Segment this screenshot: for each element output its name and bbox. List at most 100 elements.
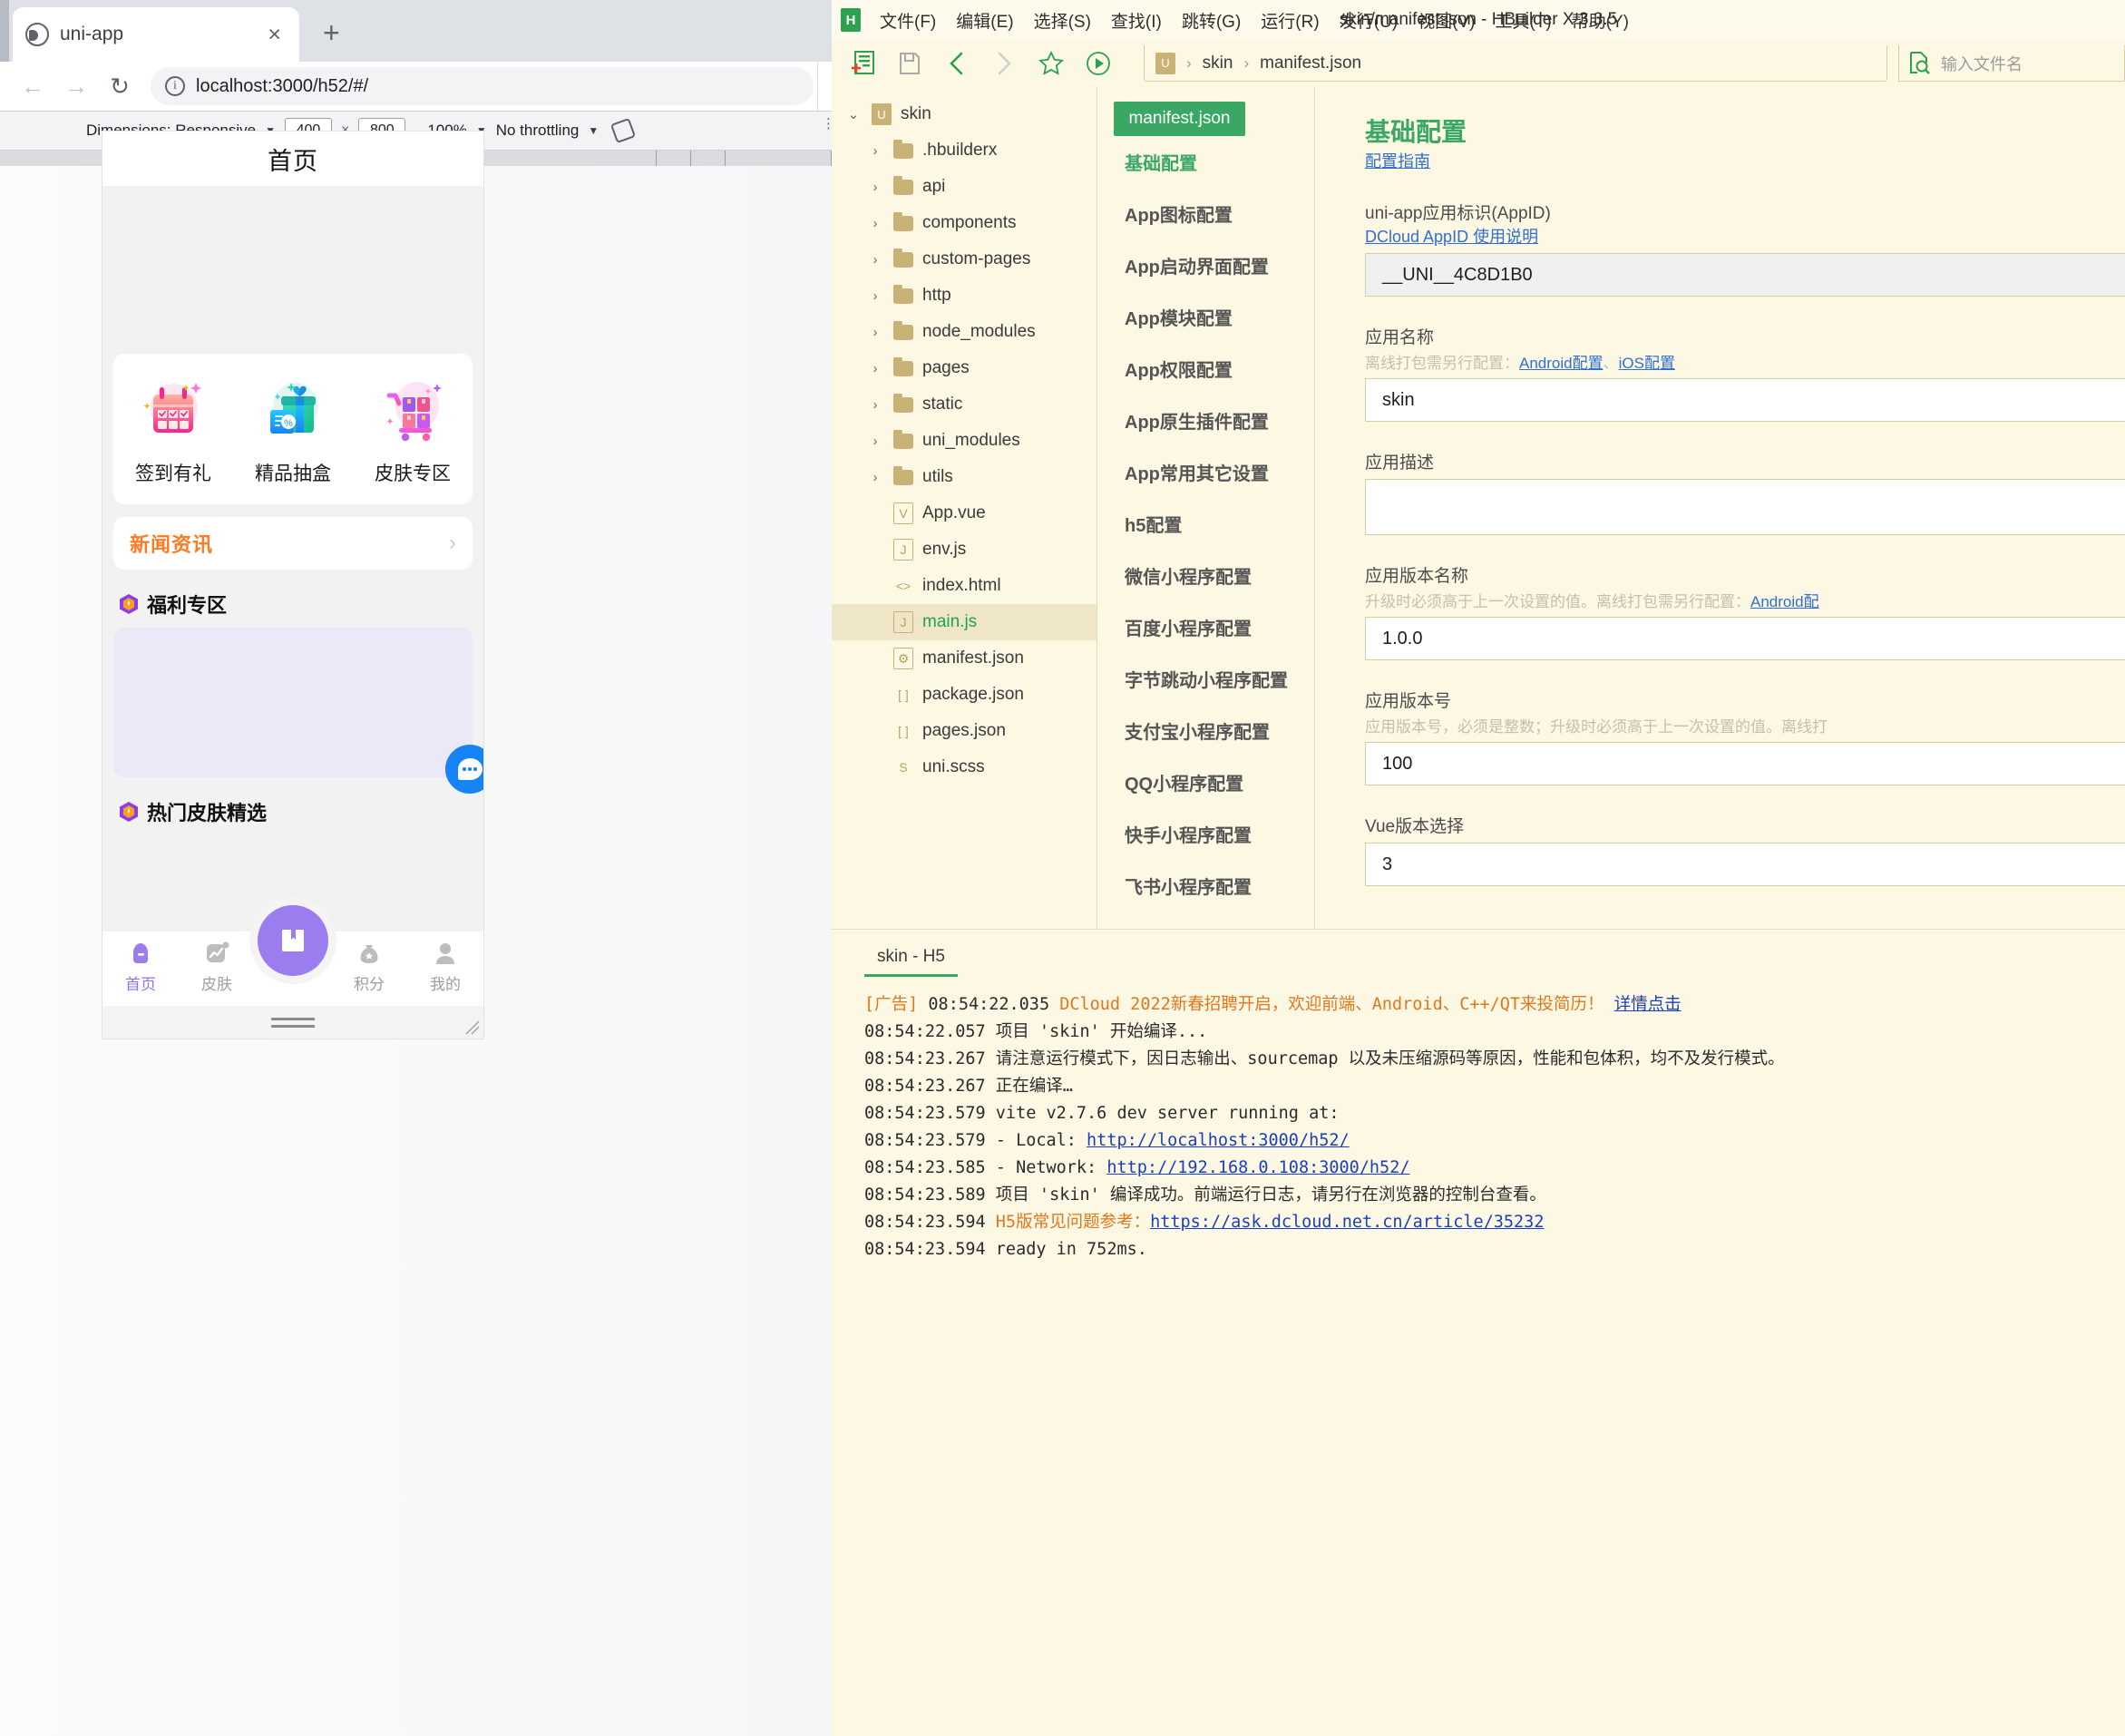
tree-folder-node-modules[interactable]: › node_modules [832,314,1097,350]
confnav-item-app-permission[interactable]: App权限配置 [1097,343,1314,395]
confnav-item-kuaishou-mp[interactable]: 快手小程序配置 [1097,808,1314,860]
chevron-right-icon[interactable]: › [866,325,884,340]
chevron-right-icon[interactable]: › [866,361,884,376]
confnav-item-quickapp[interactable]: 快应用配置 [1097,912,1314,929]
chevron-right-icon[interactable]: › [866,397,884,413]
grid-item-checkin[interactable]: 签到有礼 [113,375,233,486]
chevron-right-icon[interactable]: › [866,252,884,268]
tabbar-item-points[interactable]: 积分 [331,940,407,994]
menu-view[interactable]: 视图(V) [1408,5,1485,36]
versionname-input[interactable]: 1.0.0 [1365,617,2125,660]
confnav-item-app-modules[interactable]: App模块配置 [1097,291,1314,343]
tree-folder-hbuilderx[interactable]: › .hbuilderx [832,132,1097,169]
menu-select[interactable]: 选择(S) [1024,5,1101,36]
confnav-item-bytedance-mp[interactable]: 字节跳动小程序配置 [1097,653,1314,705]
tree-file-index-html[interactable]: <> index.html [832,568,1097,604]
tree-folder-utils[interactable]: › utils [832,459,1097,495]
log-link[interactable]: http://192.168.0.108:3000/h52/ [1106,1158,1409,1177]
grid-item-giftbox[interactable]: % 精品抽盒 [233,375,353,486]
confnav-item-app-other[interactable]: App常用其它设置 [1097,446,1314,498]
breadcrumb-item-file[interactable]: manifest.json [1260,54,1361,73]
tree-folder-static[interactable]: › static [832,386,1097,423]
menu-file[interactable]: 文件(F) [870,5,946,36]
tree-folder-custom-pages[interactable]: › custom-pages [832,241,1097,278]
tree-root-skin[interactable]: ⌄ U skin [832,96,1097,132]
dcloud-appid-help-link[interactable]: DCloud AppID 使用说明 [1365,228,1538,246]
chevron-right-icon[interactable]: › [866,180,884,195]
chevron-right-icon[interactable]: › [866,143,884,159]
android-config-link[interactable]: Android配置 [1519,355,1603,372]
run-icon[interactable] [1075,44,1122,83]
tree-file-pages-json[interactable]: [ ] pages.json [832,713,1097,749]
chevron-down-icon[interactable]: ⌄ [844,106,863,122]
new-file-icon[interactable] [839,44,886,83]
config-guide-link[interactable]: 配置指南 [1365,152,1430,171]
tabbar-item-mine[interactable]: 我的 [407,940,483,994]
confnav-item-basic[interactable]: 基础配置 [1097,136,1314,188]
save-icon[interactable] [886,44,933,83]
welfare-banner-placeholder[interactable] [113,628,483,794]
tree-file-manifest-json[interactable]: ⚙ manifest.json [832,640,1097,677]
chat-bubble-icon[interactable] [445,745,483,794]
log-link[interactable]: https://ask.dcloud.net.cn/article/35232 [1150,1213,1544,1232]
chevron-right-icon[interactable]: › [866,434,884,449]
confnav-item-h5[interactable]: h5配置 [1097,498,1314,550]
file-search[interactable]: 输入文件名 [1898,45,2125,82]
confnav-item-feishu-mp[interactable]: 飞书小程序配置 [1097,860,1314,912]
log-link[interactable]: http://localhost:3000/h52/ [1087,1131,1350,1150]
versioncode-input[interactable]: 100 [1365,742,2125,785]
news-entry-card[interactable]: 新闻资讯 › [113,517,473,570]
menu-run[interactable]: 运行(R) [1251,5,1329,36]
android-config-link[interactable]: Android配 [1750,593,1819,610]
tree-folder-components[interactable]: › components [832,205,1097,241]
reload-icon[interactable]: ↻ [100,66,140,106]
new-tab-button[interactable]: + [323,18,340,47]
browser-tab-uni-app[interactable]: uni-app × [13,7,299,62]
ios-config-link[interactable]: iOS配置 [1619,355,1675,372]
devtools-more-icon[interactable]: ⋮ [822,117,832,142]
menu-find[interactable]: 查找(I) [1101,5,1172,36]
tabbar-item-box[interactable] [258,905,328,976]
tabbar-item-home[interactable]: 首页 [102,940,179,994]
menu-publish[interactable]: 发行(U) [1330,5,1408,36]
log-link[interactable]: 详情点击 [1614,995,1681,1014]
confnav-item-alipay-mp[interactable]: 支付宝小程序配置 [1097,705,1314,756]
chevron-right-icon[interactable]: › [866,470,884,485]
tree-file-app-vue[interactable]: V App.vue [832,495,1097,532]
close-icon[interactable]: × [262,23,287,46]
tabbar-item-skin[interactable]: 皮肤 [179,940,255,994]
tree-file-main-js[interactable]: J main.js [832,604,1097,640]
menu-goto[interactable]: 跳转(G) [1172,5,1251,36]
site-info-icon[interactable]: i [165,76,185,96]
tree-file-package-json[interactable]: [ ] package.json [832,677,1097,713]
resize-grip-icon[interactable] [463,1019,480,1035]
forward-icon[interactable] [980,44,1028,83]
tree-folder-http[interactable]: › http [832,278,1097,314]
confnav-item-app-native-plugin[interactable]: App原生插件配置 [1097,395,1314,446]
console-tab-skin-h5[interactable]: skin - H5 [864,947,958,977]
chevron-right-icon[interactable]: › [866,288,884,304]
chevron-right-icon[interactable]: › [866,216,884,231]
throttling-chevron-down-icon[interactable]: ▼ [588,124,599,137]
confnav-item-qq-mp[interactable]: QQ小程序配置 [1097,756,1314,808]
confnav-item-weixin-mp[interactable]: 微信小程序配置 [1097,550,1314,601]
back-icon[interactable] [933,44,980,83]
vue-version-select[interactable]: 3 [1365,843,2125,886]
appid-input[interactable]: __UNI__4C8D1B0 [1365,253,2125,297]
confnav-item-app-icon[interactable]: App图标配置 [1097,188,1314,239]
appdesc-input[interactable] [1365,479,2125,535]
menu-edit[interactable]: 编辑(E) [946,5,1023,36]
confnav-item-baidu-mp[interactable]: 百度小程序配置 [1097,601,1314,653]
back-icon[interactable]: ← [13,66,53,106]
throttling-label[interactable]: No throttling [496,122,580,140]
tree-folder-api[interactable]: › api [832,169,1097,205]
appname-input[interactable]: skin [1365,378,2125,422]
confnav-item-app-splash[interactable]: App启动界面配置 [1097,239,1314,291]
tree-file-uni-scss[interactable]: S uni.scss [832,749,1097,785]
favorite-star-icon[interactable] [1028,44,1075,83]
breadcrumb-item-project[interactable]: skin [1203,54,1233,73]
menu-help[interactable]: 帮助(Y) [1562,5,1639,36]
menu-tools[interactable]: 工具(T) [1485,5,1561,36]
rotate-device-icon[interactable] [610,117,637,144]
address-bar[interactable]: i localhost:3000/h52/#/ [151,67,814,105]
